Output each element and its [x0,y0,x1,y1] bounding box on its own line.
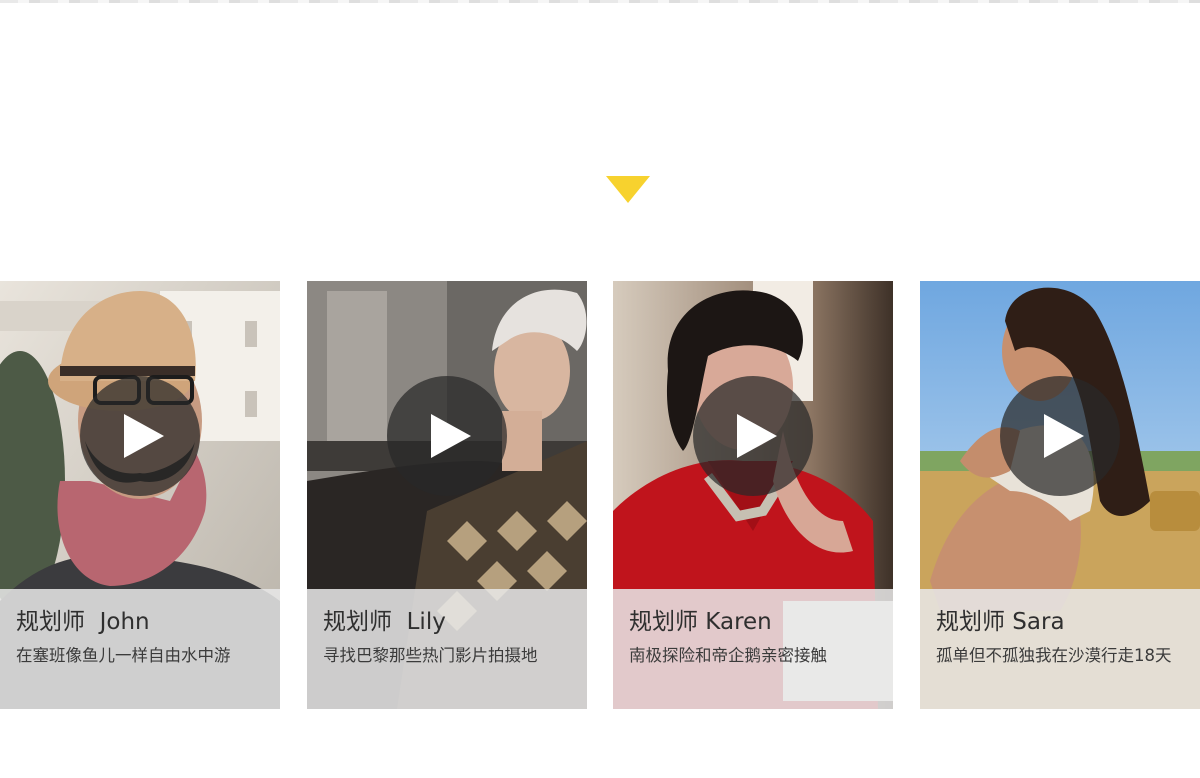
play-video-button-john[interactable] [80,376,200,496]
planner-caption-karen: 规划师 Karen 南极探险和帝企鹅亲密接触 [613,589,893,709]
planner-description: 寻找巴黎那些热门影片拍摄地 [323,646,538,665]
planner-title: 规划师 Lily [323,609,446,635]
planner-card-john[interactable]: 规划师 John 在塞班像鱼儿一样自由水中游 [0,281,280,709]
planner-title: 规划师 Sara [936,609,1065,635]
planner-card-lily[interactable]: 规划师 Lily 寻找巴黎那些热门影片拍摄地 [307,281,587,709]
planner-description: 南极探险和帝企鹅亲密接触 [629,646,827,665]
play-video-button-sara[interactable] [1000,376,1120,496]
page: 规划师 John 在塞班像鱼儿一样自由水中游 规划师 Lily 寻找巴黎那些热门… [0,0,1200,778]
play-video-button-karen[interactable] [693,376,813,496]
planner-caption-lily: 规划师 Lily 寻找巴黎那些热门影片拍摄地 [307,589,587,709]
planner-title: 规划师 John [16,609,150,635]
play-icon [124,414,164,458]
play-icon [737,414,777,458]
play-icon [431,414,471,458]
play-video-button-lily[interactable] [387,376,507,496]
planner-title: 规划师 Karen [629,609,772,635]
planner-card-sara[interactable]: 规划师 Sara 孤单但不孤独我在沙漠行走18天 [920,281,1200,709]
play-icon [1044,414,1084,458]
planner-description: 在塞班像鱼儿一样自由水中游 [16,646,231,665]
planner-description: 孤单但不孤独我在沙漠行走18天 [936,646,1172,665]
planner-card-karen[interactable]: 规划师 Karen 南极探险和帝企鹅亲密接触 [613,281,893,709]
top-decorative-strip [0,0,1200,3]
planner-caption-john: 规划师 John 在塞班像鱼儿一样自由水中游 [0,589,280,709]
triangle-down-icon [606,176,650,203]
planner-caption-sara: 规划师 Sara 孤单但不孤独我在沙漠行走18天 [920,589,1200,709]
